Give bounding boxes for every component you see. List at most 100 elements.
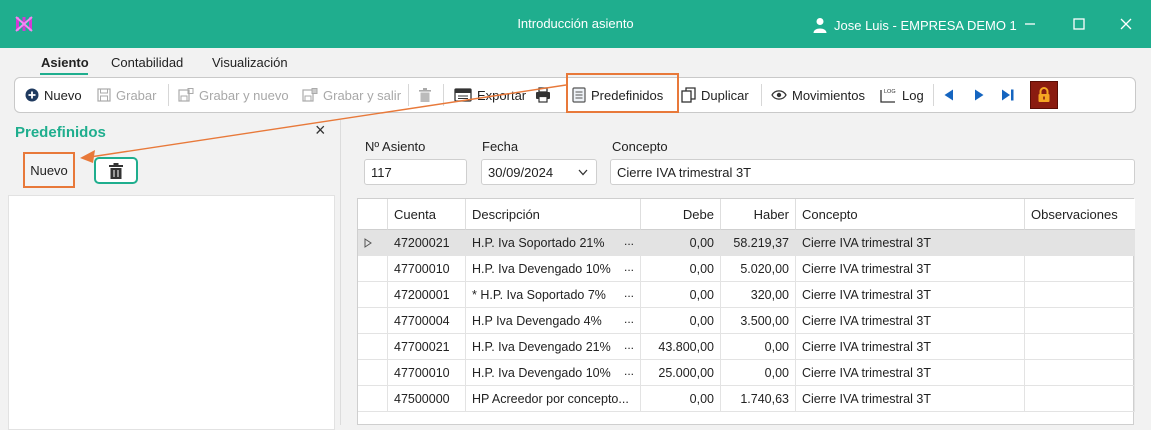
lookup-ellipsis-button[interactable]: ... bbox=[624, 364, 634, 378]
last-button[interactable] bbox=[1001, 78, 1015, 112]
cell-concepto[interactable]: Cierre IVA trimestral 3T bbox=[796, 230, 1025, 256]
minimize-button[interactable] bbox=[1018, 12, 1042, 36]
cell-debe[interactable]: 0,00 bbox=[641, 308, 721, 334]
lock-button[interactable] bbox=[1030, 81, 1058, 109]
lookup-ellipsis-button[interactable]: ... bbox=[624, 260, 634, 274]
cell-observaciones[interactable] bbox=[1025, 230, 1135, 256]
column-header-concepto[interactable]: Concepto bbox=[796, 199, 1025, 230]
cell-debe[interactable]: 43.800,00 bbox=[641, 334, 721, 360]
cell-debe[interactable]: 25.000,00 bbox=[641, 360, 721, 386]
cell-debe[interactable]: 0,00 bbox=[641, 386, 721, 412]
cell-descripcion[interactable]: H.P Iva Devengado 4%... bbox=[466, 308, 641, 334]
grabar-button[interactable]: Grabar bbox=[97, 78, 156, 112]
column-header-observaciones[interactable]: Observaciones bbox=[1025, 199, 1135, 230]
save-icon bbox=[97, 88, 111, 102]
cell-concepto[interactable]: Cierre IVA trimestral 3T bbox=[796, 360, 1025, 386]
previous-button[interactable] bbox=[943, 78, 955, 112]
panel-delete-button[interactable] bbox=[94, 157, 138, 184]
lookup-ellipsis-button[interactable]: ... bbox=[624, 312, 634, 326]
tab-visualizacion[interactable]: Visualización bbox=[212, 55, 288, 70]
cell-cuenta[interactable]: 47700010 bbox=[388, 256, 466, 282]
exportar-button[interactable]: Exportar bbox=[454, 78, 526, 112]
grabar-y-salir-button[interactable]: Grabar y salir bbox=[302, 78, 401, 112]
table-row[interactable]: 47700004 H.P Iva Devengado 4%... 0,00 3.500… bbox=[358, 308, 1135, 334]
predefinidos-list[interactable] bbox=[8, 195, 335, 430]
cell-cuenta[interactable]: 47700004 bbox=[388, 308, 466, 334]
cell-debe[interactable]: 0,00 bbox=[641, 230, 721, 256]
cell-descripcion[interactable]: H.P. Iva Soportado 21%... bbox=[466, 230, 641, 256]
table-row[interactable]: 47700010 H.P. Iva Devengado 10%... 0,00 5.0… bbox=[358, 256, 1135, 282]
cell-concepto[interactable]: Cierre IVA trimestral 3T bbox=[796, 386, 1025, 412]
grabar-y-nuevo-button[interactable]: Grabar y nuevo bbox=[178, 78, 289, 112]
cell-haber[interactable]: 5.020,00 bbox=[721, 256, 796, 282]
cell-debe[interactable]: 0,00 bbox=[641, 282, 721, 308]
duplicar-button[interactable]: Duplicar bbox=[681, 78, 749, 112]
panel-nuevo-button[interactable]: Nuevo bbox=[23, 152, 75, 188]
panel-close-button[interactable]: × bbox=[315, 120, 326, 141]
cell-haber[interactable]: 0,00 bbox=[721, 334, 796, 360]
cell-descripcion[interactable]: H.P. Iva Devengado 10%... bbox=[466, 256, 641, 282]
cell-descripcion[interactable]: H.P. Iva Devengado 10%... bbox=[466, 360, 641, 386]
fecha-field[interactable]: 30/09/2024 bbox=[481, 159, 597, 185]
lookup-ellipsis-button[interactable]: ... bbox=[624, 234, 634, 248]
column-header-cuenta[interactable]: Cuenta bbox=[388, 199, 466, 230]
log-button[interactable]: LOG Log bbox=[879, 78, 924, 112]
cell-descripcion[interactable]: H.P. Iva Devengado 21%... bbox=[466, 334, 641, 360]
cell-observaciones[interactable] bbox=[1025, 360, 1135, 386]
arrow-right-icon bbox=[975, 89, 984, 101]
cuenta-value: 47700004 bbox=[394, 313, 450, 328]
cell-concepto[interactable]: Cierre IVA trimestral 3T bbox=[796, 282, 1025, 308]
cell-observaciones[interactable] bbox=[1025, 256, 1135, 282]
table-row[interactable]: 47200021 H.P. Iva Soportado 21%... 0,00 58.… bbox=[358, 230, 1135, 256]
cell-haber[interactable]: 58.219,37 bbox=[721, 230, 796, 256]
save-exit-icon bbox=[302, 88, 318, 102]
cell-observaciones[interactable] bbox=[1025, 282, 1135, 308]
table-row[interactable]: 47500000 HP Acreedor por concepto... 0,00 1… bbox=[358, 386, 1135, 412]
concepto-value: Cierre IVA trimestral 3T bbox=[802, 235, 931, 250]
print-button[interactable] bbox=[535, 78, 551, 112]
cell-cuenta[interactable]: 47500000 bbox=[388, 386, 466, 412]
row-pointer-icon bbox=[364, 237, 372, 248]
column-header-haber[interactable]: Haber bbox=[721, 199, 796, 230]
lookup-ellipsis-button[interactable]: ... bbox=[624, 338, 634, 352]
close-window-button[interactable] bbox=[1114, 12, 1138, 36]
asiento-number-field[interactable]: 117 bbox=[364, 159, 467, 185]
cell-concepto[interactable]: Cierre IVA trimestral 3T bbox=[796, 256, 1025, 282]
cell-descripcion[interactable]: * H.P. Iva Soportado 7%... bbox=[466, 282, 641, 308]
cell-observaciones[interactable] bbox=[1025, 386, 1135, 412]
descripcion-value: HP Acreedor por concepto... bbox=[472, 391, 629, 406]
row-indicator-cell bbox=[358, 256, 388, 282]
cell-concepto[interactable]: Cierre IVA trimestral 3T bbox=[796, 308, 1025, 334]
cell-concepto[interactable]: Cierre IVA trimestral 3T bbox=[796, 334, 1025, 360]
column-header-descripcion[interactable]: Descripción bbox=[466, 199, 641, 230]
movimientos-button[interactable]: Movimientos bbox=[771, 78, 865, 112]
cell-observaciones[interactable] bbox=[1025, 308, 1135, 334]
cell-descripcion[interactable]: HP Acreedor por concepto... bbox=[466, 386, 641, 412]
cell-haber[interactable]: 3.500,00 bbox=[721, 308, 796, 334]
tab-asiento[interactable]: Asiento bbox=[41, 55, 89, 70]
column-header-debe[interactable]: Debe bbox=[641, 199, 721, 230]
cell-observaciones[interactable] bbox=[1025, 334, 1135, 360]
concepto-field[interactable]: Cierre IVA trimestral 3T bbox=[610, 159, 1135, 185]
nuevo-button[interactable]: Nuevo bbox=[25, 78, 82, 112]
cell-cuenta[interactable]: 47700010 bbox=[388, 360, 466, 386]
cell-haber[interactable]: 0,00 bbox=[721, 360, 796, 386]
cell-cuenta[interactable]: 47200021 bbox=[388, 230, 466, 256]
table-row[interactable]: 47200001 * H.P. Iva Soportado 7%... 0,00 32… bbox=[358, 282, 1135, 308]
entries-grid: Cuenta Descripción Debe Haber Concepto O… bbox=[357, 198, 1135, 425]
cell-cuenta[interactable]: 47200001 bbox=[388, 282, 466, 308]
user-menu[interactable]: Jose Luis - EMPRESA DEMO 1 bbox=[812, 15, 1017, 35]
table-row[interactable]: 47700021 H.P. Iva Devengado 21%... 43.800,… bbox=[358, 334, 1135, 360]
cell-haber[interactable]: 1.740,63 bbox=[721, 386, 796, 412]
tab-contabilidad[interactable]: Contabilidad bbox=[111, 55, 183, 70]
table-row[interactable]: 47700010 H.P. Iva Devengado 10%... 25.000,… bbox=[358, 360, 1135, 386]
fecha-value: 30/09/2024 bbox=[488, 164, 554, 180]
next-button[interactable] bbox=[973, 78, 985, 112]
delete-button[interactable] bbox=[419, 78, 431, 112]
cell-haber[interactable]: 320,00 bbox=[721, 282, 796, 308]
cell-cuenta[interactable]: 47700021 bbox=[388, 334, 466, 360]
cell-debe[interactable]: 0,00 bbox=[641, 256, 721, 282]
log-label: Log bbox=[902, 87, 924, 103]
maximize-button[interactable] bbox=[1067, 12, 1091, 36]
lookup-ellipsis-button[interactable]: ... bbox=[624, 286, 634, 300]
